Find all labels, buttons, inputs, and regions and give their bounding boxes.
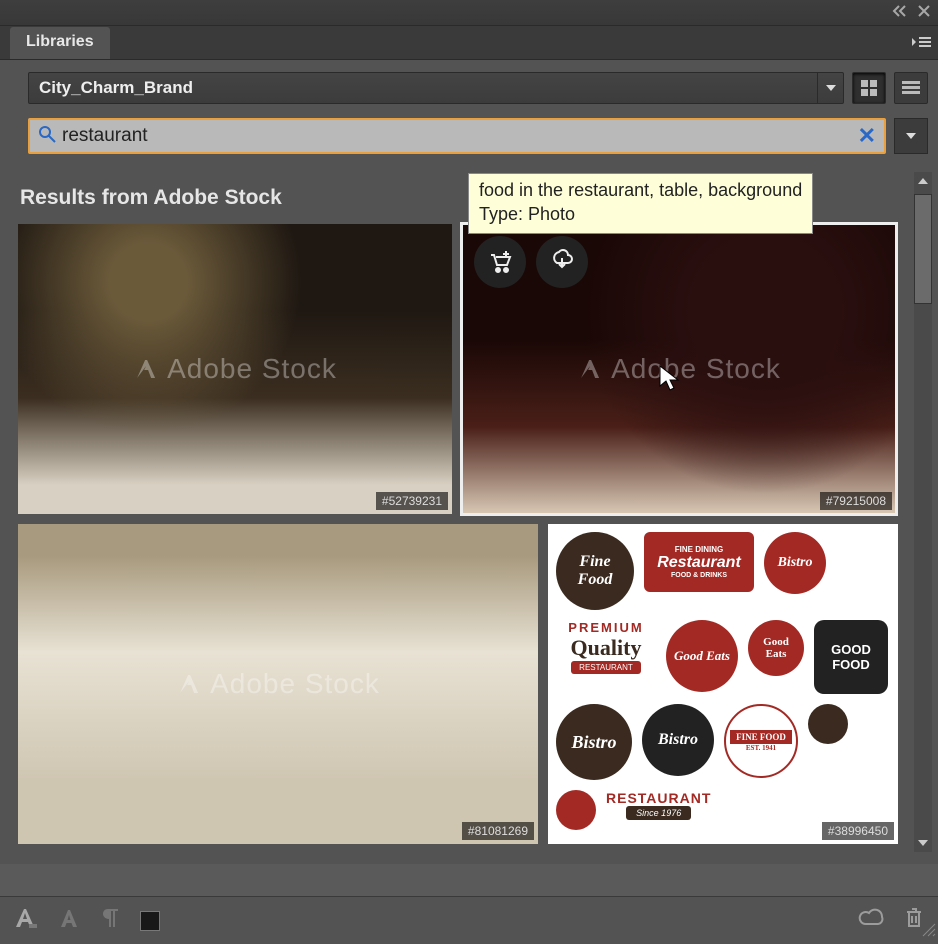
character-style-icon[interactable] [14, 907, 38, 934]
titlebar [0, 0, 938, 26]
search-filter-dropdown[interactable] [894, 118, 928, 154]
search-row: ✕ [0, 110, 938, 164]
scrollbar-thumb[interactable] [914, 194, 932, 304]
chevron-down-icon [817, 73, 843, 103]
tab-libraries[interactable]: Libraries [10, 27, 110, 59]
result-thumbnail[interactable]: Adobe Stock #79215008 [462, 224, 896, 514]
vertical-scrollbar[interactable] [914, 172, 932, 852]
library-selector-row: City_Charm_Brand [0, 60, 938, 110]
results-area: food in the restaurant, table, backgroun… [0, 164, 938, 864]
stock-id-badge: #81081269 [462, 822, 534, 840]
grid-view-button[interactable] [852, 72, 886, 104]
collapse-panel-icon[interactable] [892, 4, 908, 22]
library-selected-name: City_Charm_Brand [39, 78, 193, 98]
stock-id-badge: #79215008 [820, 492, 892, 510]
resize-grip-icon[interactable] [922, 923, 936, 942]
add-to-cart-button[interactable] [474, 236, 526, 288]
results-grid: Adobe Stock #52739231 [18, 224, 908, 844]
cursor-icon [658, 364, 680, 397]
panel-flyout-menu-icon[interactable] [912, 34, 932, 55]
search-box: ✕ [28, 118, 886, 154]
list-view-button[interactable] [894, 72, 928, 104]
stock-id-badge: #38996450 [822, 822, 894, 840]
result-thumbnail[interactable]: Adobe Stock #52739231 [18, 224, 452, 514]
download-preview-button[interactable] [536, 236, 588, 288]
result-thumbnail[interactable]: Adobe Stock #81081269 [18, 524, 538, 844]
watermark: Adobe Stock [133, 353, 337, 385]
text-style-icon[interactable] [58, 907, 80, 934]
watermark: Adobe Stock [176, 668, 380, 700]
thumbnail-actions [474, 236, 588, 288]
library-dropdown[interactable]: City_Charm_Brand [28, 72, 844, 104]
panel-tab-row: Libraries [0, 26, 938, 60]
stock-id-badge: #52739231 [376, 492, 448, 510]
result-thumbnail[interactable]: Fine Food FINE DINING Restaurant FOOD & … [548, 524, 898, 844]
search-input[interactable] [62, 125, 852, 147]
search-icon [38, 125, 56, 148]
clear-search-icon[interactable]: ✕ [858, 123, 876, 149]
trash-icon[interactable] [904, 907, 924, 934]
thumbnail-tooltip: food in the restaurant, table, backgroun… [468, 173, 813, 234]
tooltip-line1: food in the restaurant, table, backgroun… [479, 178, 802, 202]
scroll-up-icon[interactable] [914, 172, 932, 190]
creative-cloud-icon[interactable] [858, 908, 884, 933]
stock-image: Fine Food FINE DINING Restaurant FOOD & … [548, 524, 898, 844]
color-swatch-icon[interactable] [140, 911, 160, 931]
scroll-down-icon[interactable] [914, 834, 932, 852]
close-panel-icon[interactable] [918, 4, 930, 22]
paragraph-style-icon[interactable] [100, 907, 120, 934]
panel-footer [0, 896, 938, 944]
tooltip-line2: Type: Photo [479, 202, 802, 226]
